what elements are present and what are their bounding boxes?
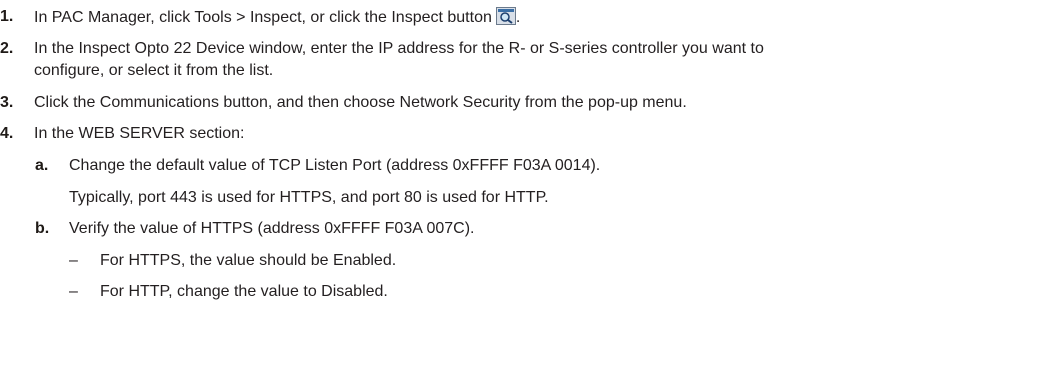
step-number: 1.	[0, 8, 14, 25]
step-1-text: In PAC Manager, click Tools > Inspect, o…	[34, 9, 492, 26]
document-body: 1. In PAC Manager, click Tools > Inspect…	[0, 0, 1062, 368]
step-text: Click the Communications button, and the…	[34, 94, 687, 111]
step-text: In PAC Manager, click Tools > Inspect, o…	[34, 7, 521, 26]
substep-letter: b.	[35, 220, 50, 237]
step-number: 2.	[0, 40, 14, 57]
step-number: 4.	[0, 125, 14, 142]
bullet-text: For HTTPS, the value should be Enabled.	[100, 252, 397, 269]
step-text: In the Inspect Opto 22 Device window, en…	[34, 40, 764, 57]
step-text-continuation: configure, or select it from the list.	[34, 62, 274, 79]
inspect-icon	[495, 7, 516, 25]
bullet-text: For HTTP, change the value to Disabled.	[100, 283, 388, 300]
bullet-dash: –	[69, 252, 78, 269]
substep-note: Typically, port 443 is used for HTTPS, a…	[69, 189, 549, 206]
bullet-dash: –	[69, 283, 78, 300]
substep-text: Verify the value of HTTPS (address 0xFFF…	[69, 220, 475, 237]
step-number: 3.	[0, 94, 14, 111]
step-text: In the WEB SERVER section:	[34, 125, 245, 142]
substep-letter: a.	[35, 157, 49, 174]
substep-text: Change the default value of TCP Listen P…	[69, 157, 601, 174]
